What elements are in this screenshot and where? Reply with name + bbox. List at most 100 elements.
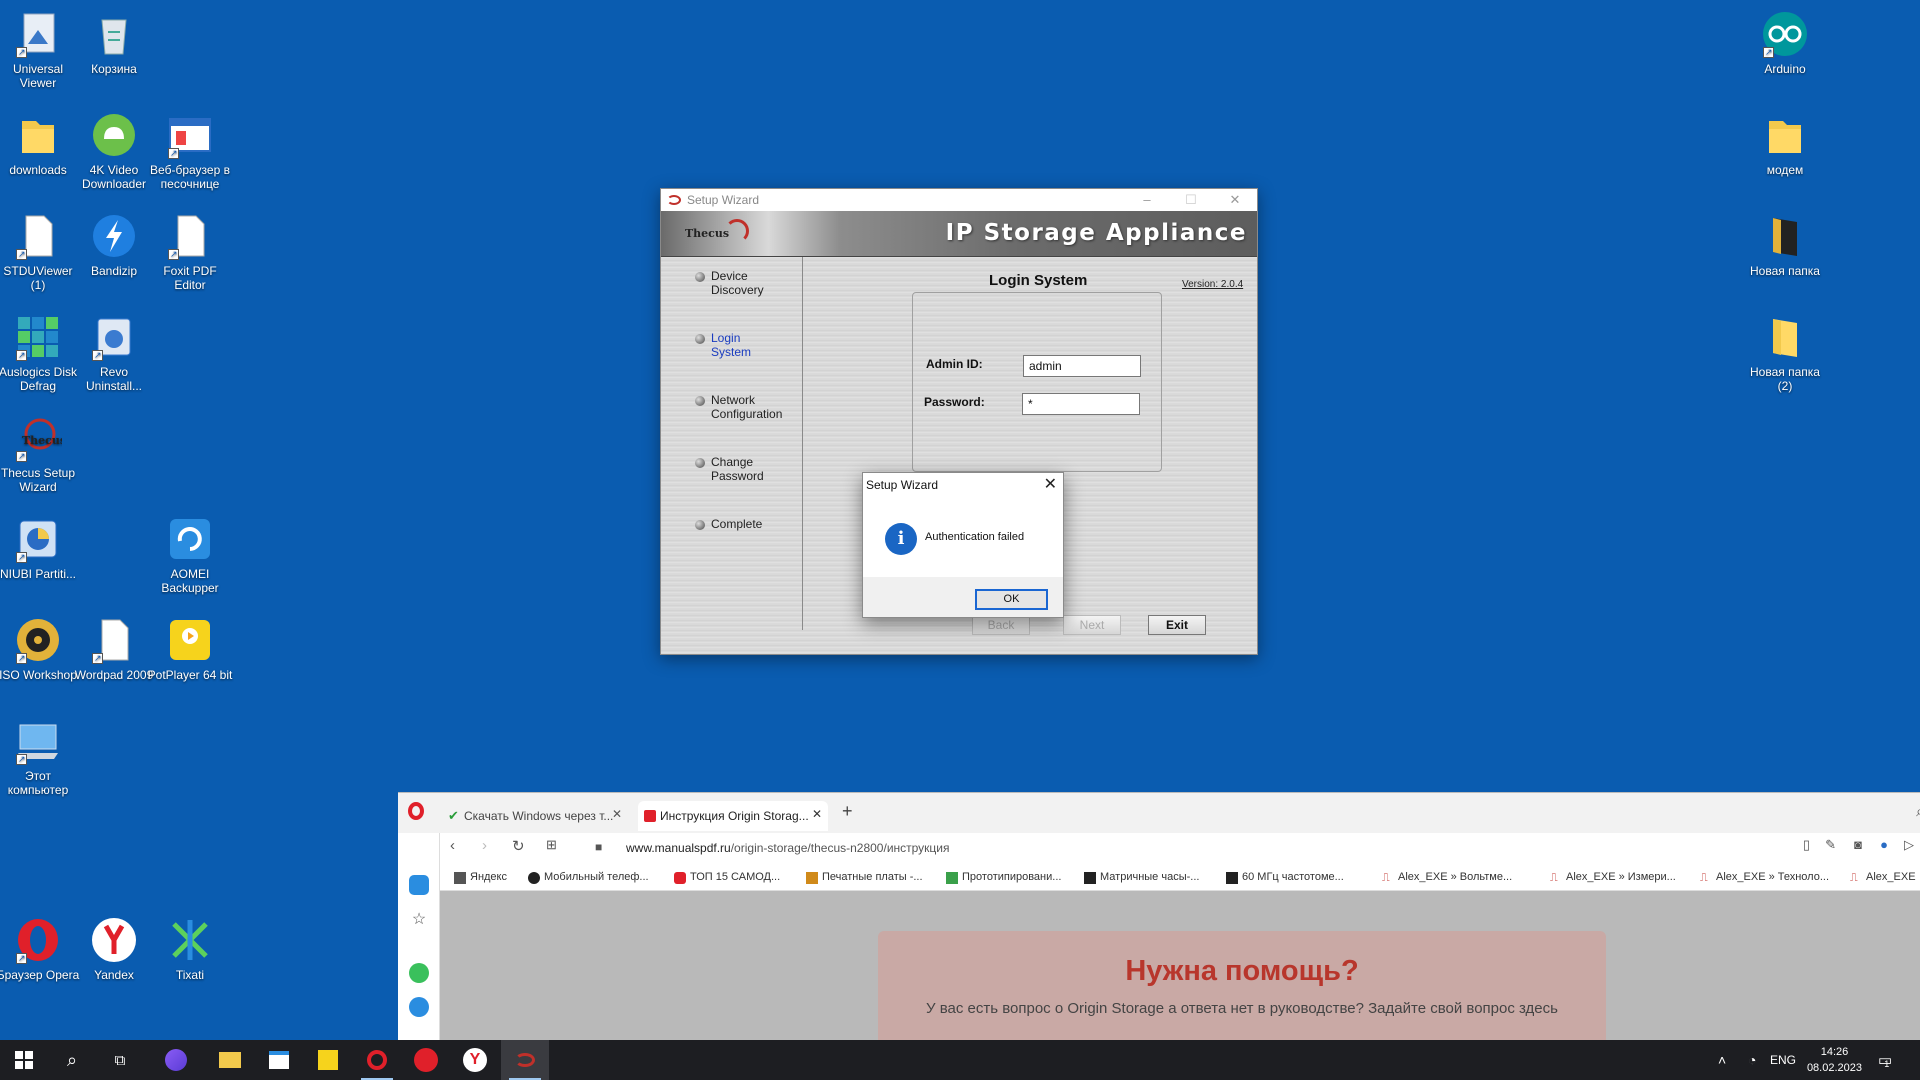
desktop-icon-downloads[interactable]: downloads [0,111,81,177]
auslogics-defrag-icon [14,313,62,362]
shield-icon[interactable]: ● [1880,837,1888,852]
next-button[interactable]: Next [1063,615,1121,635]
exit-button[interactable]: Exit [1148,615,1206,635]
star-icon[interactable]: ☆ [409,909,429,929]
pulse-icon: ⎍ [1700,872,1708,884]
browser-window: ✔ Скачать Windows через т... ✕ Инструкци… [398,792,1920,1040]
login-box [912,292,1162,472]
desktop-icon-new-folder-2[interactable]: Новая папка (2) [1742,313,1828,393]
desktop-icon-4k-video[interactable]: 4K Video Downloader [71,111,157,191]
sticky-notes-icon[interactable] [304,1040,352,1080]
search-icon[interactable]: ⌕ [1916,803,1920,820]
ok-button[interactable]: OK [975,589,1048,610]
new-tab-icon[interactable]: + [842,801,853,822]
desktop-icon-universal-viewer[interactable]: Universal Viewer [0,10,81,90]
tab-close-icon[interactable]: ✕ [612,807,622,821]
bookmark-prototyping[interactable]: Прототипировани... [946,871,1061,884]
auth-failed-dialog: Setup Wizard ✕ i Authentication failed O… [862,472,1064,618]
tab-close-icon[interactable]: ✕ [812,807,822,821]
wifi-icon[interactable]: ◔ [1748,1040,1756,1080]
url-domain: www.manualspdf.ru [626,841,731,855]
bookmark-alex-tech[interactable]: ⎍ Alex_EXE » Техноло... [1700,871,1829,884]
start-button[interactable] [0,1040,48,1080]
bookmark-pcb[interactable]: Печатные платы -... [806,871,923,884]
bookmark-yandex[interactable]: Яндекс [454,871,507,884]
desktop-icon-label: STDUViewer (1) [3,264,73,292]
bookmark-freq[interactable]: 60 МГц частотоме... [1226,871,1344,884]
url-path: /origin-storage/thecus-n2800/инструкция [730,841,950,855]
reader-icon[interactable]: ▯ [1803,837,1810,853]
desktop-icon-aomei[interactable]: AOMEI Backupper [147,515,233,595]
send-icon[interactable]: ▷ [1904,837,1914,853]
task-view-icon[interactable]: ⧉ [96,1040,144,1080]
document-icon [166,212,214,261]
step-login-system: Login System [695,331,755,359]
desktop-icon-auslogics[interactable]: Auslogics Disk Defrag [0,313,81,393]
desktop-icon-yandex[interactable]: Yandex [71,916,157,982]
desktop-icon-revo[interactable]: Revo Uninstall... [71,313,157,393]
desktop-icon-this-pc[interactable]: Этот компьютер [0,717,81,797]
clock[interactable]: 14:26 08.02.2023 [1807,1044,1862,1076]
opera-menu-icon[interactable] [408,802,424,820]
file-explorer-icon[interactable] [206,1040,254,1080]
desktop-icon-potplayer[interactable]: PotPlayer 64 bit [147,616,233,682]
edit-icon[interactable]: ✎ [1825,837,1836,853]
browser-sidebar: ☆ [398,833,440,1040]
bookmark-alex-voltmeter[interactable]: ⎍ Alex_EXE » Вольтме... [1382,871,1512,884]
whatsapp-icon[interactable] [409,963,429,983]
document-icon [90,616,138,665]
yandex-browser-icon[interactable] [402,1040,450,1080]
opera-icon [14,916,62,965]
notifications-icon[interactable]: ▭ 1 [1878,1040,1892,1080]
tab-windows[interactable]: ✔ Скачать Windows через т... [442,801,632,831]
password-input[interactable]: * [1022,393,1140,415]
wizard-title-bar[interactable]: Setup Wizard – ☐ ✕ [661,189,1257,211]
desktop-icon-label: Tixati [175,968,205,982]
desktop-icon-iso-workshop[interactable]: ISO Workshop [0,616,81,682]
tray-chevron-icon[interactable]: ˄ [1718,1040,1726,1080]
desktop-icon-label: Корзина [91,62,137,76]
desktop-icon-arduino[interactable]: Arduino [1742,10,1828,76]
desktop-icon-modem[interactable]: модем [1742,111,1828,177]
desktop-icon-opera[interactable]: Браузер Opera [0,916,81,982]
desktop-icon-bandizip[interactable]: Bandizip [71,212,157,278]
forward-arrow-icon[interactable]: › [482,837,487,854]
back-arrow-icon[interactable]: ‹ [450,837,455,854]
version-link[interactable]: Version: 2.0.4 [1182,279,1243,290]
bookmark-clock[interactable]: Матричные часы-... [1084,871,1199,884]
thecus-taskbar-icon[interactable] [501,1040,549,1080]
close-icon[interactable]: ✕ [1213,189,1257,211]
alice-icon[interactable] [152,1040,200,1080]
clock-date: 08.02.2023 [1806,1062,1862,1074]
search-icon[interactable]: ⌕ [48,1040,96,1080]
desktop-icon-recycle-bin[interactable]: Корзина [71,10,157,76]
desktop-icon-foxit[interactable]: Foxit PDF Editor [147,212,233,292]
tabs-grid-icon[interactable]: ⊞ [546,837,557,853]
desktop-icon-tixati[interactable]: Tixati [147,916,233,982]
admin-id-input[interactable]: admin [1023,355,1141,377]
bookmark-top15[interactable]: ТОП 15 САМОД... [674,871,780,884]
desktop-icon-stduviewer[interactable]: STDUViewer (1) [0,212,81,292]
tab-instruction[interactable]: Инструкция Origin Storag... [638,801,828,831]
camera-icon[interactable]: ◙ [1854,837,1862,852]
desktop-icon-thecus[interactable]: Thecus Thecus Setup Wizard [0,414,81,494]
maximize-icon[interactable]: ☐ [1169,189,1213,211]
opera-taskbar-icon[interactable] [353,1040,401,1080]
desktop-icon-new-folder[interactable]: Новая папка [1742,212,1828,278]
url-field[interactable]: www.manualspdf.ru/origin-storage/thecus-… [626,841,950,855]
minimize-icon[interactable]: – [1125,189,1169,211]
home-icon[interactable] [409,875,429,895]
desktop-icon-sandbox-browser[interactable]: Веб-браузер в песочнице [147,111,233,191]
back-button[interactable]: Back [972,615,1030,635]
bookmark-alex-measure[interactable]: ⎍ Alex_EXE » Измери... [1550,871,1676,884]
desktop-icon-wordpad[interactable]: Wordpad 2009 [71,616,157,682]
bookmark-alex[interactable]: ⎍ Alex_EXE [1850,871,1916,884]
close-icon[interactable]: ✕ [1044,474,1057,494]
store-icon[interactable] [255,1040,303,1080]
yandex-icon[interactable]: Y [451,1040,499,1080]
language-indicator[interactable]: ENG [1770,1040,1796,1080]
bookmark-mobile[interactable]: Мобильный телеф... [528,871,649,884]
desktop-icon-niubi[interactable]: NIUBI Partiti... [0,515,81,581]
telegram-icon[interactable] [409,997,429,1017]
reload-icon[interactable]: ↻ [512,837,525,855]
